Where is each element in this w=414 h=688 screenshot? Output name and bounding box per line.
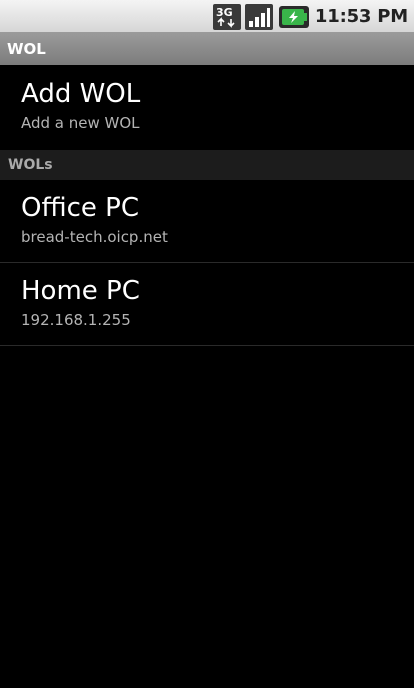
app-title: WOL	[7, 40, 46, 58]
add-wol-title: Add WOL	[21, 79, 141, 109]
wol-item-address: bread-tech.oicp.net	[21, 228, 168, 246]
signal-strength-icon	[244, 3, 273, 30]
status-icons: 3G 11:53 PM	[212, 3, 408, 30]
battery-charging-icon	[278, 5, 309, 28]
wol-list: Add WOL Add a new WOL WOLs Office PC bre…	[0, 65, 414, 346]
wol-item-name: Home PC	[21, 276, 140, 306]
add-wol-subtitle: Add a new WOL	[21, 114, 140, 132]
app-title-bar: WOL	[0, 33, 414, 65]
section-header-wols: WOLs	[0, 150, 414, 180]
wol-item-address: 192.168.1.255	[21, 311, 131, 329]
wol-item-name: Office PC	[21, 193, 139, 223]
clock: 11:53 PM	[314, 6, 408, 27]
network-type-label: 3G	[216, 6, 233, 19]
status-bar: 3G 11:53 PM	[0, 0, 414, 33]
wol-item-home-pc[interactable]: Home PC 192.168.1.255	[0, 263, 414, 346]
3g-data-icon: 3G	[212, 3, 241, 30]
add-wol-item[interactable]: Add WOL Add a new WOL	[0, 65, 414, 150]
wol-item-office-pc[interactable]: Office PC bread-tech.oicp.net	[0, 180, 414, 263]
